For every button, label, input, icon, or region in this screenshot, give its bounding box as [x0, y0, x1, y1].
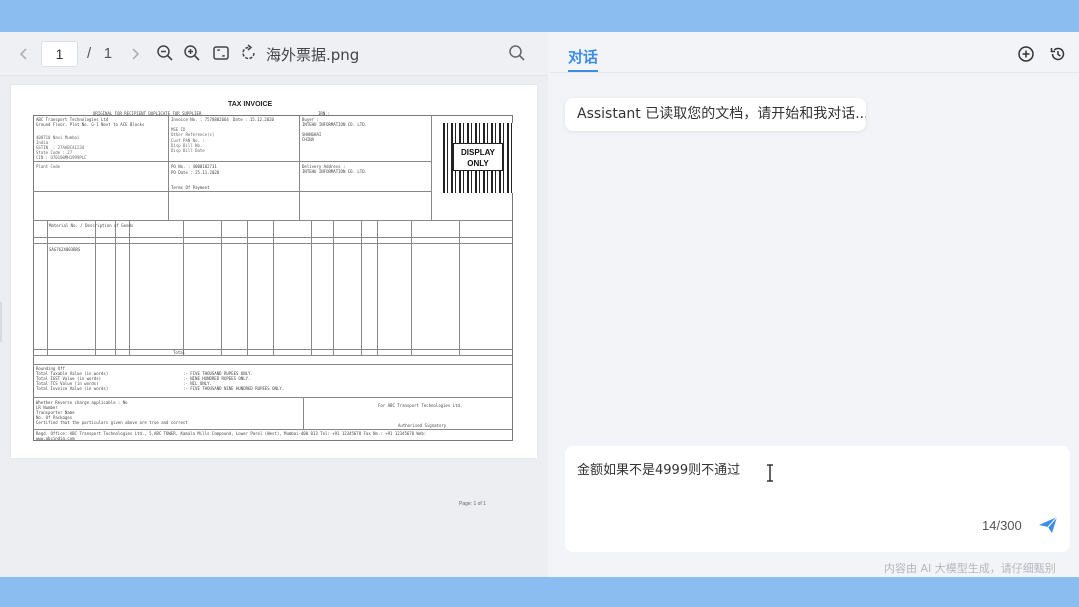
po-date: PO Date : 25.11.2020: [171, 170, 220, 175]
rule: [47, 220, 48, 355]
search-icon[interactable]: [507, 43, 527, 63]
tab-chat[interactable]: 对话: [568, 46, 598, 67]
invoice-meta: Plant Code: [36, 164, 61, 169]
scroll-indicator[interactable]: [0, 302, 2, 342]
display-only-stamp: DISPLAY ONLY: [453, 143, 503, 171]
invoice-image: TAX INVOICE ORIGINAL FOR RECIPIENT DUPLI…: [33, 101, 517, 441]
invoice-meta: Other Reference(s): [171, 132, 215, 137]
app-window: 1 / 1 海外票据.png TAX INVOICE ORIGINAL FOR …: [0, 32, 1079, 577]
rule: [168, 115, 169, 220]
po-number: PO No. : 4000102731: [171, 164, 217, 169]
rule: [33, 364, 513, 365]
document-viewer: 1 / 1 海外票据.png TAX INVOICE ORIGINAL FOR …: [0, 32, 548, 577]
rule: [247, 220, 248, 355]
rule: [33, 355, 513, 356]
rule: [411, 220, 412, 355]
add-circle-icon[interactable]: [1016, 44, 1036, 64]
header-divider: [550, 72, 1079, 73]
certified-note: Certified that the particulars given abo…: [36, 420, 188, 425]
invoice-date: Date : 15.12.2020: [233, 117, 274, 122]
invoice-number: Invoice No. : 7578802664: [171, 117, 229, 122]
file-name: 海外票据.png: [266, 46, 360, 64]
rule: [431, 115, 432, 220]
seller-line: CIN : U70100MH1999PLC: [36, 155, 87, 160]
rule: [95, 220, 96, 355]
rule: [33, 161, 431, 162]
rule: [129, 220, 130, 355]
rule: [361, 220, 362, 355]
send-icon[interactable]: [1037, 514, 1059, 536]
stamp-line-2: ONLY: [467, 159, 489, 168]
invoice-title: TAX INVOICE: [228, 101, 273, 108]
rule: [459, 220, 460, 355]
item-code: SAG762X003BRS: [49, 247, 81, 252]
payment-terms: Terms Of Payment: [171, 185, 210, 190]
zoom-out-icon[interactable]: [155, 43, 175, 63]
rule: [273, 220, 274, 355]
rule: [221, 220, 222, 355]
rule: [303, 397, 304, 429]
invoice-meta: Disp Bill Date: [171, 148, 205, 153]
fit-screen-icon[interactable]: [211, 43, 231, 63]
history-icon[interactable]: [1048, 44, 1068, 64]
rule: [333, 220, 334, 355]
page-number-input[interactable]: 1: [41, 41, 78, 67]
ai-disclaimer: 内容由 AI 大模型生成，请仔细甄别: [884, 562, 1056, 575]
page-footer: Page: 1 of 1: [459, 501, 486, 507]
page-separator: /: [87, 45, 92, 62]
text-cursor-icon: [765, 464, 775, 482]
buyer-country: CHINA: [302, 137, 315, 142]
rule: [183, 220, 184, 355]
rule: [33, 191, 431, 192]
chat-input-box[interactable]: 金额如果不是4999则不通过 14/300: [565, 446, 1070, 552]
total-pages: 1: [103, 45, 113, 62]
zoom-in-icon[interactable]: [182, 43, 202, 63]
regd-office: Regd. Office: ABC Transport Technologies…: [36, 431, 427, 436]
chevron-right-icon[interactable]: [127, 45, 143, 63]
rule: [299, 115, 300, 220]
assistant-message: Assistant 已读取您的文档，请开始和我对话...: [565, 98, 866, 131]
chevron-left-icon[interactable]: [16, 45, 32, 63]
stamp-line-1: DISPLAY: [461, 148, 495, 157]
rule: [311, 220, 312, 355]
seller-address: Ground Floor, Plot No. G-1 Next to ACE B…: [36, 122, 145, 127]
amount-words: :- FIVE THOUSAND NINE HUNDRED RUPEES ONL…: [183, 386, 285, 391]
rule: [377, 220, 378, 355]
rule: [33, 429, 513, 430]
authorised-signatory: Authorised Signatory: [398, 423, 447, 428]
rotate-icon[interactable]: [239, 43, 259, 63]
buyer-name: INTEHU INFORMATION CO. LTD.: [302, 122, 368, 127]
total-invoice-label: Total Invoice Value (in words): [36, 386, 109, 391]
column-header: Material No. / Description of Goods: [49, 223, 134, 228]
rule: [33, 397, 513, 398]
viewer-toolbar: 1 / 1 海外票据.png: [0, 32, 548, 76]
document-page: TAX INVOICE ORIGINAL FOR RECIPIENT DUPLI…: [11, 85, 537, 507]
total-label: Total: [173, 350, 186, 355]
web-address: www.abcindia.com: [36, 436, 75, 441]
for-company: For ABC Transport Technologies Ltd.: [378, 403, 463, 408]
char-counter: 14/300: [982, 518, 1022, 533]
page-count: / 1: [87, 45, 112, 62]
delivery-name: INTEHU INFORMATION CO. LTD.: [302, 169, 368, 174]
chat-panel: 对话 Assistant 已读取您的文档，请开始和我对话... 金额如果不是49…: [550, 32, 1079, 577]
chat-input[interactable]: 金额如果不是4999则不通过: [577, 459, 740, 478]
rule: [115, 220, 116, 355]
